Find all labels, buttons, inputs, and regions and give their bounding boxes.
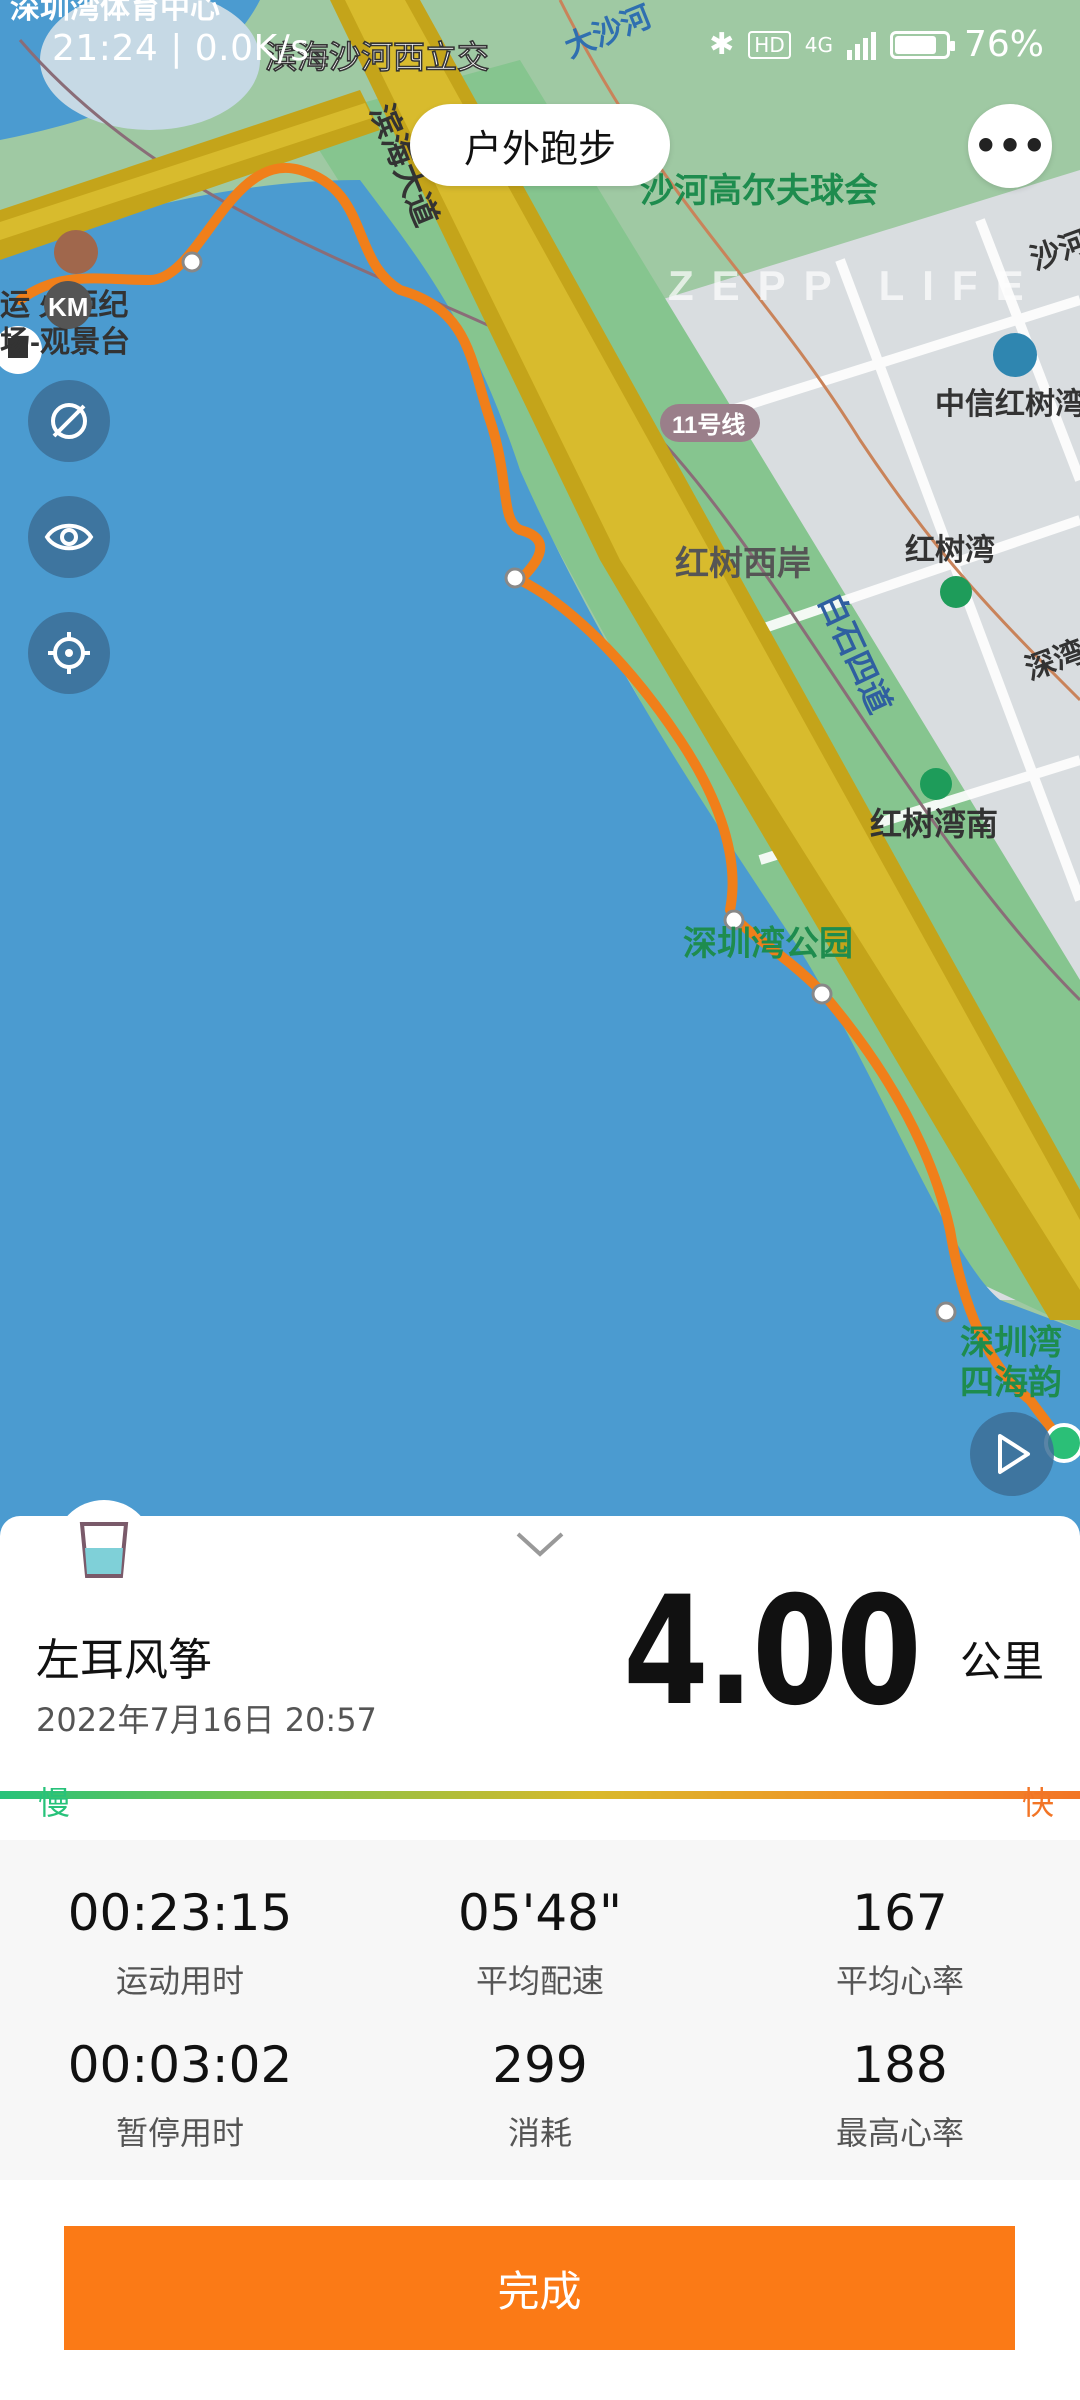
activity-datetime: 2022年7月16日 20:57	[36, 1701, 377, 1739]
map-label-citic: 中信红树湾	[935, 387, 1080, 421]
stat-value: 167	[852, 1884, 948, 1942]
play-route-button[interactable]	[970, 1412, 1054, 1496]
stat-value: 299	[492, 2036, 588, 2094]
water-cup-icon	[79, 1522, 129, 1578]
distance-value: 4.00	[623, 1565, 922, 1739]
route-map[interactable]: 深圳湾体育中心 滨海沙河西立交 大沙河 沙河高尔夫球会 滨海大道 ZEPP LI…	[0, 0, 1080, 1540]
map-label-metro-line: 11号线	[672, 412, 745, 439]
map-label-bay-1: 深圳湾	[960, 1323, 1062, 1362]
network-type: 4G	[804, 32, 833, 57]
stat-value: 00:23:15	[67, 1884, 293, 1942]
status-right: ✱ HD 4G 76%	[709, 24, 1044, 65]
pace-gradient-bar	[0, 1791, 1080, 1799]
stat-label: 运动用时	[115, 1962, 244, 2000]
more-icon: •••	[973, 124, 1047, 168]
hide-location-icon	[51, 403, 87, 439]
collapse-chevron-icon[interactable]	[514, 1528, 566, 1560]
map-label-torch-2: 场-观景台	[0, 325, 130, 359]
eye-icon	[44, 523, 94, 551]
pace-slow-label: 慢	[38, 1784, 71, 1822]
stat-value: 05'48"	[458, 1884, 622, 1942]
water-button[interactable]	[54, 1500, 154, 1600]
stat-calories: 299 消耗	[360, 2036, 720, 2154]
more-options-button[interactable]: •••	[968, 104, 1052, 188]
stat-label: 平均配速	[475, 1962, 604, 2000]
distance-unit: 公里	[959, 1637, 1044, 1686]
battery-level: 76%	[963, 24, 1044, 65]
map-label-park: 深圳湾公园	[683, 924, 853, 963]
recenter-button[interactable]	[28, 612, 110, 694]
status-time: 21:24 | 0.0K/s	[52, 28, 310, 69]
bluetooth-icon: ✱	[709, 27, 735, 62]
stat-label: 最高心率	[835, 2114, 964, 2152]
stat-avg-heart-rate: 167 平均心率	[720, 1884, 1080, 2002]
finish-button[interactable]: 完成	[64, 2226, 1015, 2350]
stat-exercise-time: 00:23:15 运动用时	[0, 1884, 360, 2002]
stat-avg-pace: 05'48" 平均配速	[360, 1884, 720, 2002]
privacy-toggle-button[interactable]	[28, 380, 110, 462]
map-label-bay-2: 四海韵	[960, 1364, 1062, 1402]
map-label-hongshuwan: 红树湾	[905, 533, 995, 567]
zepp-life-logo: ZEPP LIFE	[668, 262, 1042, 309]
stat-label: 平均心率	[835, 1962, 964, 2000]
signal-icon	[846, 30, 876, 60]
user-name: 左耳风筝	[36, 1635, 212, 1686]
stat-pause-time: 00:03:02 暂停用时	[0, 2036, 360, 2154]
activity-type-title: 户外跑步	[410, 104, 670, 186]
battery-icon	[889, 30, 955, 59]
stats-grid: 00:23:15 运动用时 05'48" 平均配速 167 平均心率 00:03…	[0, 1840, 1080, 2180]
stat-label: 暂停用时	[115, 2114, 244, 2152]
stat-value: 00:03:02	[67, 2036, 293, 2094]
map-label-west-shore: 红树西岸	[675, 545, 811, 583]
km-marker: KM	[48, 292, 88, 322]
hd-badge: HD	[748, 30, 791, 59]
target-icon	[48, 632, 90, 674]
map-label-golf: 沙河高尔夫球会	[640, 172, 878, 210]
play-icon	[998, 1434, 1030, 1474]
stat-value: 188	[852, 2036, 948, 2094]
stat-max-heart-rate: 188 最高心率	[720, 2036, 1080, 2154]
stat-label: 消耗	[507, 2114, 572, 2152]
map-label-hongshuwan-south: 红树湾南	[870, 806, 998, 842]
view-toggle-button[interactable]	[28, 496, 110, 578]
status-bar: 21:24 | 0.0K/s ✱ HD 4G 76%	[0, 0, 1080, 100]
pace-fast-label: 快	[1021, 1784, 1054, 1822]
